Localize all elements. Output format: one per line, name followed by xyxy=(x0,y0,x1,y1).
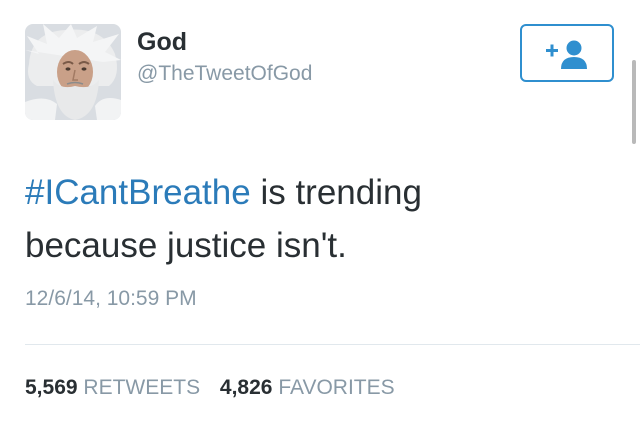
user-handle[interactable]: @TheTweetOfGod xyxy=(137,62,312,86)
scrollbar[interactable] xyxy=(632,60,636,144)
favorites-count[interactable]: 4,826 xyxy=(220,376,273,399)
tweet-text-line2: because justice isn't. xyxy=(25,226,347,265)
tweet-text-line1: is trending xyxy=(250,173,422,212)
hashtag-link[interactable]: #ICantBreathe xyxy=(25,173,251,212)
avatar-portrait-icon xyxy=(25,24,121,120)
avatar[interactable] xyxy=(25,24,121,120)
retweets-count[interactable]: 5,569 xyxy=(25,376,78,399)
favorites-label[interactable]: FAVORITES xyxy=(278,376,394,399)
divider xyxy=(25,344,640,345)
display-name[interactable]: God xyxy=(137,28,187,57)
follow-button[interactable] xyxy=(520,24,614,82)
tweet-card: God @TheTweetOfGod #ICantBreathe is tren… xyxy=(0,0,640,429)
tweet-timestamp: 12/6/14, 10:59 PM xyxy=(25,287,197,310)
add-user-icon xyxy=(546,40,587,69)
retweets-label[interactable]: RETWEETS xyxy=(83,376,200,399)
tweet-text: #ICantBreathe is trending because justic… xyxy=(25,166,615,272)
tweet-stats: 5,569 RETWEETS 4,826 FAVORITES xyxy=(25,376,395,400)
